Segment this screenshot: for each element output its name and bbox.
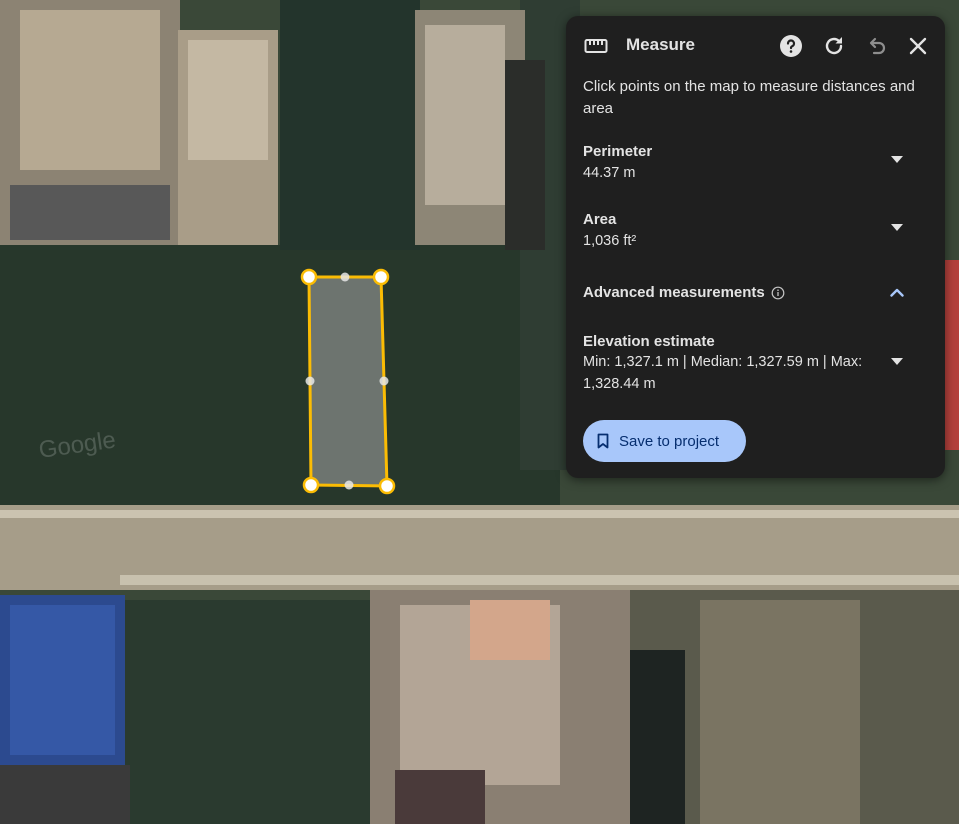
vertex-handle-sw[interactable] (302, 476, 320, 494)
area-label: Area (583, 211, 617, 228)
elevation-value: Min: 1,327.1 m | Median: 1,327.59 m | Ma… (583, 354, 863, 392)
advanced-measurements-label: Advanced measurements (583, 284, 765, 301)
info-icon[interactable] (771, 286, 785, 300)
measure-panel: Measure Click points on the map to measu… (566, 16, 945, 478)
vertex-handle-se[interactable] (378, 477, 396, 495)
vertex-handle-ne[interactable] (372, 268, 390, 286)
panel-title: Measure (626, 35, 695, 54)
advanced-measurements-header[interactable]: Advanced measurements (583, 284, 785, 301)
area-expand-button[interactable] (886, 217, 908, 239)
building-nw-roof (20, 10, 160, 170)
chevron-up-icon (890, 288, 904, 297)
perimeter-value: 44.37 m (583, 165, 636, 181)
midpoint-handle-n[interactable] (340, 272, 350, 282)
bookmark-icon (597, 433, 609, 449)
panel-header: Measure (566, 16, 945, 74)
building-n-roof (188, 40, 268, 160)
perimeter-expand-button[interactable] (886, 149, 908, 171)
close-icon[interactable] (905, 33, 931, 59)
undo-icon[interactable] (863, 33, 889, 59)
ruler-icon (583, 33, 609, 59)
vegetation-area-north (280, 0, 420, 250)
vertex-handle-nw[interactable] (300, 268, 318, 286)
midpoint-handle-w[interactable] (305, 376, 315, 386)
blue-roof (10, 605, 115, 755)
instructions-text: Click points on the map to measure dista… (583, 78, 915, 117)
help-icon[interactable] (778, 33, 804, 59)
area-value: 1,036 ft² (583, 233, 637, 249)
measured-area-polygon[interactable] (307, 275, 389, 488)
building-nw-shadow (10, 185, 170, 240)
building-s-shadow (630, 650, 685, 824)
bare-ground (700, 600, 860, 824)
save-to-project-button[interactable]: Save to project (583, 420, 746, 462)
caret-down-icon (891, 156, 903, 163)
elevation-expand-button[interactable] (886, 351, 908, 373)
building-s-terrace (470, 600, 550, 660)
elevation-label: Elevation estimate (583, 333, 715, 350)
road-edge-south (120, 575, 959, 585)
building-ne-roof (425, 25, 505, 205)
road-edge-north (0, 510, 959, 518)
building-s-lower (395, 770, 485, 824)
midpoint-handle-s[interactable] (344, 480, 354, 490)
red-roof-edge (945, 260, 959, 450)
caret-down-icon (891, 358, 903, 365)
midpoint-handle-e[interactable] (379, 376, 389, 386)
save-to-project-label: Save to project (619, 432, 720, 450)
advanced-collapse-button[interactable] (886, 281, 908, 303)
building-sw (0, 765, 130, 824)
perimeter-label: Perimeter (583, 143, 653, 160)
caret-down-icon (891, 224, 903, 231)
reset-icon[interactable] (821, 33, 847, 59)
building-ne-shadow (505, 60, 545, 250)
vegetation-area (0, 245, 560, 510)
